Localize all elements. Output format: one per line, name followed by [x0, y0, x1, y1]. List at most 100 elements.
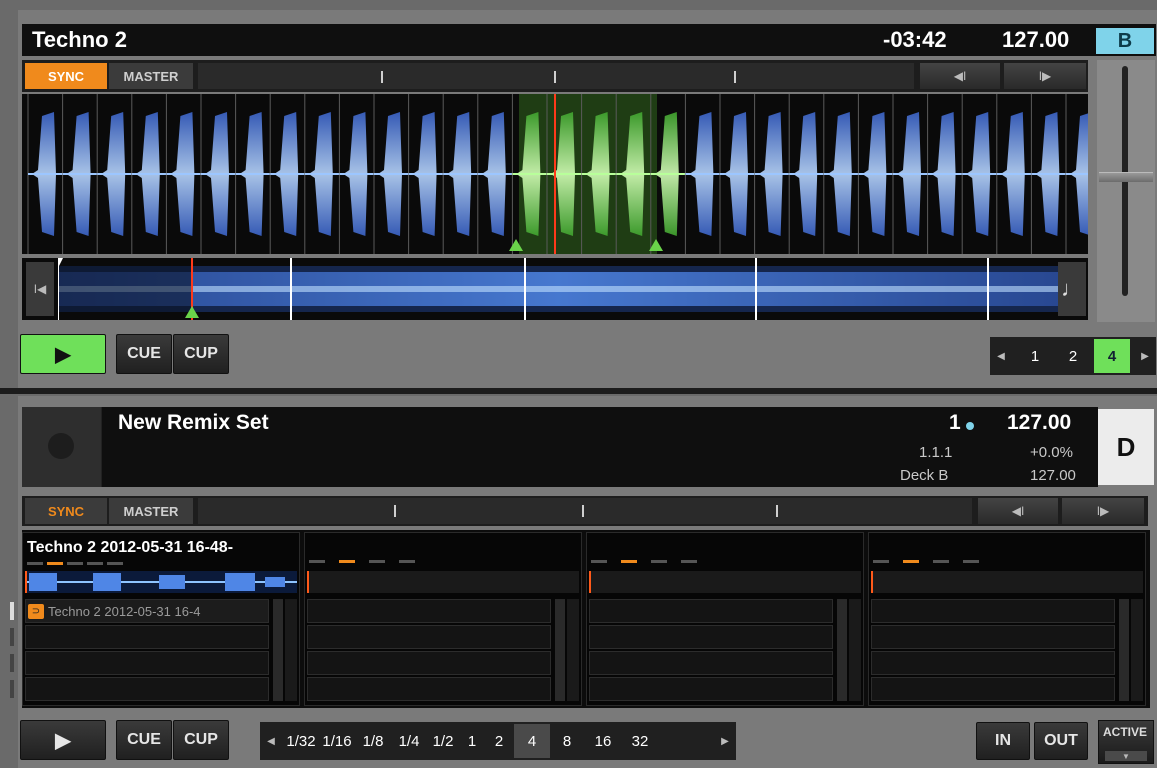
remix-loop-size-2[interactable]: 2 — [486, 724, 512, 758]
track-end-button[interactable]: ♩ — [1058, 262, 1086, 316]
tempo-fader-handle[interactable] — [1099, 172, 1153, 182]
slot-4-cell-3[interactable] — [871, 651, 1115, 675]
remix-loop-size-label: 8 — [562, 732, 572, 750]
remix-master-button[interactable]: MASTER — [109, 498, 193, 524]
cup-button[interactable]: CUP — [173, 334, 229, 374]
loop-in-button[interactable]: IN — [976, 722, 1030, 760]
deck-d-title: New Remix Set — [118, 411, 269, 434]
remix-loop-size-4[interactable]: 4 — [514, 724, 550, 758]
loop-size-1[interactable]: 1 — [1016, 337, 1054, 375]
slot-1-cell-1-label: Techno 2 2012-05-31 16-4 — [48, 604, 201, 619]
loop-in-marker[interactable] — [509, 239, 523, 251]
slot-3-cell-1[interactable] — [589, 599, 833, 623]
slot-1-waveform[interactable] — [25, 571, 297, 593]
loop-out-button[interactable]: OUT — [1034, 722, 1088, 760]
slot-3-cell-2[interactable] — [589, 625, 833, 649]
deck-letter-d[interactable]: D — [1098, 409, 1154, 485]
slot-row-indicator-4 — [10, 680, 14, 698]
remix-loop-size-label: 1 — [467, 732, 477, 750]
loop-size-prev-button[interactable]: ◀ — [992, 337, 1010, 375]
remix-loop-size-label: 32 — [631, 732, 649, 750]
beatjump-back-button[interactable]: ◀Ι — [920, 63, 1000, 89]
deck-b-waveform[interactable] — [22, 94, 1088, 254]
beatjump-forward-icon: Ι▶ — [1038, 69, 1052, 83]
slot-1-volume[interactable] — [273, 599, 283, 701]
remix-cue-button[interactable]: CUE — [116, 720, 172, 760]
play-icon: ▶ — [55, 343, 71, 366]
slot-4-cell-1[interactable] — [871, 599, 1115, 623]
cue-label: CUE — [127, 345, 161, 362]
slot-3-filter[interactable] — [849, 599, 861, 701]
remix-beatjump-forward-button[interactable]: Ι▶ — [1062, 498, 1144, 524]
remix-loop-size-8[interactable]: 8 — [550, 724, 584, 758]
slot-4-waveform[interactable] — [871, 571, 1143, 593]
remix-loop-size-label: 2 — [494, 732, 504, 750]
active-toggle[interactable]: ACTIVE ▼ — [1098, 720, 1154, 764]
remix-slot-4 — [868, 532, 1146, 706]
slot-4-filter[interactable] — [1131, 599, 1143, 701]
slot-1-cell-3[interactable] — [25, 651, 269, 675]
remix-loop-size-label: 16 — [594, 732, 612, 750]
loop-size-next-button[interactable]: ▶ — [1136, 337, 1154, 375]
slot-2-cell-4[interactable] — [307, 677, 551, 701]
remix-loop-next-button[interactable]: ▶ — [716, 722, 734, 760]
slot-row-indicator-1 — [10, 602, 14, 620]
remix-sync-button[interactable]: SYNC — [25, 498, 107, 524]
deck-separator — [0, 388, 1157, 394]
deck-d-tempo-offset: +0.0% — [1030, 444, 1073, 461]
chevron-right-icon: ▶ — [1141, 350, 1149, 362]
slot-2-cell-2[interactable] — [307, 625, 551, 649]
remix-cup-button[interactable]: CUP — [173, 720, 229, 760]
slot-2-waveform[interactable] — [307, 571, 579, 593]
remix-loop-size-label: 1/4 — [398, 732, 420, 750]
remix-loop-size-1-32[interactable]: 1/32 — [284, 724, 318, 758]
remix-loop-size-1-4[interactable]: 1/4 — [392, 724, 426, 758]
deck-d-bpm: 127.00 — [1007, 411, 1072, 434]
remix-loop-size-label: 1/2 — [432, 732, 454, 750]
remix-play-button[interactable]: ▶ — [20, 720, 106, 760]
overview-loop-marker — [185, 306, 199, 318]
deck-letter-b[interactable]: B — [1096, 28, 1154, 54]
slot-2-cell-1[interactable] — [307, 599, 551, 623]
deck-letter-b-label: B — [1117, 29, 1133, 52]
remix-loop-size-1-2[interactable]: 1/2 — [428, 724, 458, 758]
beatjump-forward-button[interactable]: Ι▶ — [1004, 63, 1086, 89]
remix-loop-size-1[interactable]: 1 — [460, 724, 484, 758]
tempo-fader-track[interactable] — [1097, 60, 1155, 322]
slot-3-cell-4[interactable] — [589, 677, 833, 701]
play-button[interactable]: ▶ — [20, 334, 106, 374]
remix-loop-size-1-16[interactable]: 1/16 — [320, 724, 354, 758]
slot-1-cell-4[interactable] — [25, 677, 269, 701]
deck-b-overview[interactable]: Ι◀ ♩ — [22, 258, 1088, 320]
loop-size-2[interactable]: 2 — [1054, 337, 1092, 375]
loop-out-marker[interactable] — [649, 239, 663, 251]
slot-1-cell-2[interactable] — [25, 625, 269, 649]
slot-4-cell-4[interactable] — [871, 677, 1115, 701]
loop-size-4[interactable]: 4 — [1094, 339, 1130, 373]
remix-loop-size-1-8[interactable]: 1/8 — [356, 724, 390, 758]
slot-1-filter[interactable] — [285, 599, 297, 701]
remix-loop-size-32[interactable]: 32 — [622, 724, 658, 758]
cue-button[interactable]: CUE — [116, 334, 172, 374]
overview-graphic — [58, 258, 1058, 320]
track-start-button[interactable]: Ι◀ — [26, 262, 54, 316]
remix-loop-size-16[interactable]: 16 — [586, 724, 620, 758]
overview-start-marker — [58, 258, 68, 268]
slot-2-volume[interactable] — [555, 599, 565, 701]
slot-3-cell-3[interactable] — [589, 651, 833, 675]
deck-b-bpm: 127.00 — [1002, 27, 1070, 52]
loop-icon: ⊃ — [28, 604, 44, 619]
slot-3-volume[interactable] — [837, 599, 847, 701]
remix-beatjump-back-button[interactable]: ◀Ι — [978, 498, 1058, 524]
slot-4-volume[interactable] — [1119, 599, 1129, 701]
slot-3-waveform[interactable] — [589, 571, 861, 593]
sync-label: SYNC — [47, 68, 85, 84]
slot-1-cell-1[interactable]: ⊃ Techno 2 2012-05-31 16-4 — [25, 599, 269, 623]
remix-slot-2 — [304, 532, 582, 706]
master-button[interactable]: MASTER — [109, 63, 193, 89]
slot-2-cell-3[interactable] — [307, 651, 551, 675]
slot-2-filter[interactable] — [567, 599, 579, 701]
remix-loop-prev-button[interactable]: ◀ — [262, 722, 280, 760]
sync-button[interactable]: SYNC — [25, 63, 107, 89]
slot-4-cell-2[interactable] — [871, 625, 1115, 649]
